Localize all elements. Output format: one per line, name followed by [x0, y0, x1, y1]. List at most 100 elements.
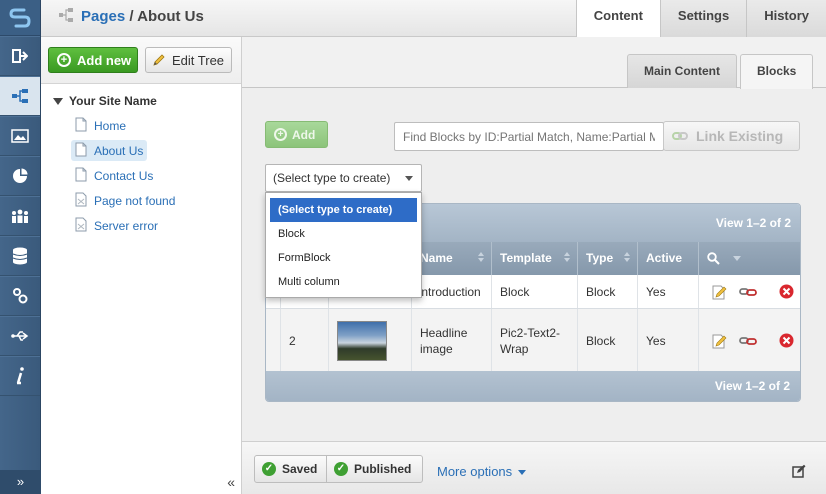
tree-node-label: About Us	[94, 143, 144, 158]
add-block-button[interactable]: + Add	[265, 121, 328, 148]
subtab-main-content[interactable]: Main Content	[627, 54, 737, 88]
add-new-button[interactable]: + Add new	[48, 47, 138, 73]
row-actions	[698, 309, 800, 372]
tree-node-label: Home	[94, 118, 127, 133]
plus-circle-icon: +	[274, 128, 287, 141]
pencil-icon	[152, 53, 166, 67]
link-icon	[672, 130, 688, 142]
unlink-icon[interactable]	[739, 286, 757, 298]
col-type-label: Type	[586, 251, 614, 265]
page-tree-panel: + Add new Edit Tree Your Site Name Home …	[41, 37, 242, 494]
tree-toolbar: + Add new Edit Tree	[41, 37, 241, 84]
edit-icon[interactable]	[711, 284, 727, 300]
site-tree-icon	[59, 8, 73, 26]
grid-view-count: View 1–2 of 2	[715, 216, 791, 230]
add-block-label: Add	[292, 127, 316, 142]
add-new-label: Add new	[77, 52, 132, 68]
subtab-blocks[interactable]: Blocks	[740, 54, 814, 89]
col-active-label: Active	[646, 251, 683, 265]
tab-history[interactable]: History	[746, 0, 826, 37]
dropdown-option[interactable]: Block	[270, 222, 417, 246]
row-name: Headline image	[411, 309, 491, 372]
col-active[interactable]: Active	[637, 242, 698, 275]
tree-root-node[interactable]: Your Site Name	[53, 94, 157, 108]
block-type-select-value: (Select type to create)	[273, 171, 391, 185]
col-template[interactable]: Template	[491, 242, 577, 275]
chart-pie-icon[interactable]	[0, 156, 40, 196]
col-name-label: Name	[420, 251, 453, 265]
chevron-down-icon[interactable]	[733, 256, 742, 262]
tab-content[interactable]: Content	[575, 0, 660, 38]
error-page-icon	[75, 217, 87, 235]
saved-button[interactable]: ✓ Saved	[254, 455, 327, 483]
dropdown-option[interactable]: Multi column	[270, 270, 417, 294]
app-rail: »	[0, 0, 41, 494]
users-icon[interactable]	[0, 196, 40, 236]
tree-node-contact-us[interactable]: Contact Us	[71, 165, 157, 186]
database-icon[interactable]	[0, 236, 40, 276]
row-name: Introduction	[411, 275, 491, 308]
logout-icon[interactable]	[0, 36, 40, 76]
settings-gear-icon[interactable]	[0, 276, 40, 316]
tree-node-label: Contact Us	[94, 168, 154, 183]
delete-icon[interactable]	[779, 284, 794, 299]
row-actions	[698, 275, 800, 308]
edit-tree-button[interactable]: Edit Tree	[145, 47, 232, 73]
unlink-icon[interactable]	[739, 335, 757, 347]
search-icon[interactable]	[707, 252, 720, 266]
info-icon[interactable]	[0, 356, 40, 396]
link-existing-button[interactable]: Link Existing	[663, 121, 800, 151]
tree-node-label: Page not found	[94, 193, 176, 208]
tree-node-home[interactable]: Home	[71, 115, 130, 136]
block-type-dropdown: (Select type to create) Block FormBlock …	[265, 192, 422, 298]
edit-icon[interactable]	[711, 333, 727, 349]
edit-page-icon[interactable]	[792, 464, 806, 481]
plus-circle-icon: +	[57, 53, 71, 67]
row-type: Block	[577, 309, 637, 372]
usb-icon[interactable]	[0, 316, 40, 356]
more-options-button[interactable]: More options	[437, 464, 527, 479]
collapse-tree-button[interactable]: «	[227, 474, 235, 490]
check-circle-icon: ✓	[334, 462, 348, 476]
page-doc-icon	[75, 167, 87, 185]
row-type: Block	[577, 275, 637, 308]
tab-settings[interactable]: Settings	[659, 0, 747, 37]
dropdown-option[interactable]: (Select type to create)	[270, 198, 417, 222]
published-label: Published	[354, 462, 412, 476]
saved-label: Saved	[282, 462, 318, 476]
image-icon[interactable]	[0, 116, 40, 156]
expand-triangle-icon[interactable]	[53, 98, 63, 106]
row-template: Pic2-Text2-Wrap	[491, 309, 577, 372]
find-blocks-input[interactable]	[394, 122, 664, 151]
expand-rail-button[interactable]: »	[0, 470, 41, 494]
table-row[interactable]: 2 Headline image Pic2-Text2-Wrap Block Y…	[266, 309, 800, 373]
tree-node-about-us[interactable]: About Us	[71, 140, 148, 161]
col-type[interactable]: Type	[577, 242, 637, 275]
row-template: Block	[491, 275, 577, 308]
more-options-label: More options	[437, 464, 513, 479]
pages-tree-icon[interactable]	[0, 76, 40, 116]
tree-node-page-not-found[interactable]: Page not found	[71, 190, 179, 211]
page-doc-icon	[75, 117, 87, 135]
block-type-select[interactable]: (Select type to create)	[265, 164, 422, 192]
breadcrumb-pages-link[interactable]: Pages	[81, 8, 125, 25]
col-name[interactable]: Name	[411, 242, 491, 275]
breadcrumb-separator: /	[125, 8, 138, 25]
sort-arrows-icon	[624, 252, 631, 262]
dropdown-option[interactable]: FormBlock	[270, 246, 417, 270]
edit-tree-label: Edit Tree	[172, 52, 225, 68]
delete-icon[interactable]	[779, 333, 794, 348]
tree-node-label: Server error	[94, 218, 159, 233]
main-content: Main Content Blocks + Add Link Existing …	[242, 37, 826, 494]
tree-node-server-error[interactable]: Server error	[71, 215, 162, 236]
tree-root-label: Your Site Name	[69, 94, 157, 108]
col-search[interactable]	[698, 242, 800, 275]
check-circle-icon: ✓	[262, 462, 276, 476]
grid-pager-bottom: View 1–2 of 2	[266, 371, 800, 401]
row-select-cell[interactable]	[266, 309, 280, 372]
published-button[interactable]: ✓ Published	[326, 455, 423, 483]
logo-icon[interactable]	[0, 0, 40, 36]
error-page-icon	[75, 192, 87, 210]
breadcrumb-current: About Us	[137, 8, 204, 25]
page-tabs: Content Settings History	[575, 0, 826, 38]
